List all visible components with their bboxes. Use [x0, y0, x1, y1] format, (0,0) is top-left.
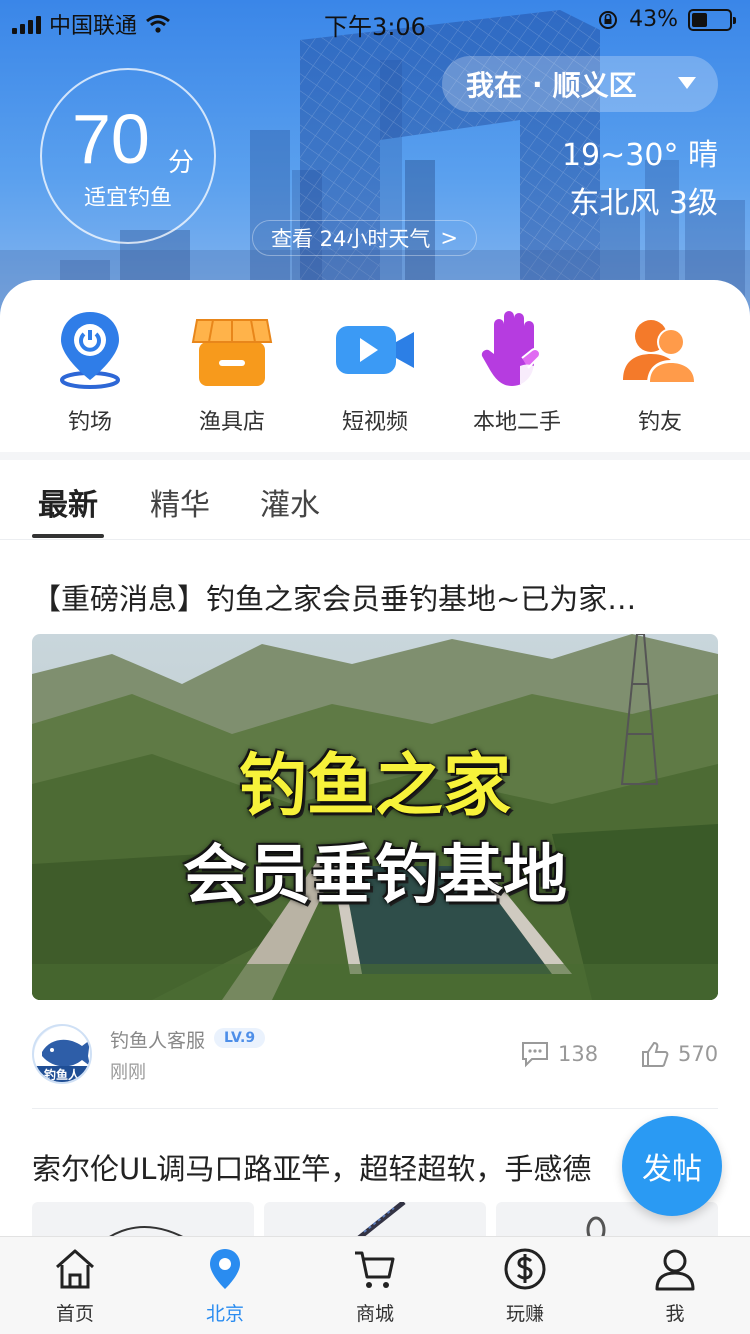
tabbar-me[interactable]: 我	[600, 1245, 750, 1326]
home-icon	[56, 1249, 94, 1289]
quick-entry-label: 钓友	[637, 410, 682, 435]
quick-entry-short-video[interactable]: 短视频	[305, 304, 445, 436]
hero-header: 中国联通 下午3:06 43% 70 分 适宜钓鱼 我在 · 顺义区 19~30…	[0, 0, 750, 320]
tabbar-beijing[interactable]: 北京	[150, 1245, 300, 1326]
feed-tabs: 最新 精华 灌水	[0, 460, 750, 540]
quick-entry-panel: 钓场 渔具店 短视频 本地二手 钓友	[0, 280, 750, 452]
section-gap	[0, 452, 750, 460]
avatar-text: 钓鱼人	[43, 1068, 80, 1082]
comment-count[interactable]: 138	[520, 1040, 598, 1068]
bottom-tab-bar: 首页 北京 商城 玩赚 我	[0, 1236, 750, 1334]
location-name: 顺义区	[552, 69, 637, 102]
author-name[interactable]: 钓鱼人客服	[110, 1026, 205, 1053]
chevron-right-icon: >	[440, 226, 459, 250]
rotation-lock-icon	[599, 10, 618, 29]
post-time: 刚刚	[110, 1062, 146, 1083]
location-prefix: 我在	[466, 69, 523, 102]
quick-entry-tackle-shop[interactable]: 渔具店	[162, 304, 302, 436]
comment-icon	[522, 1042, 548, 1068]
quick-entry-label: 短视频	[341, 410, 408, 435]
cart-icon	[355, 1251, 395, 1288]
hourly-weather-link-label: 查看 24小时天气	[271, 227, 431, 251]
shop-icon	[191, 319, 273, 386]
weather-wind: 东北风 3级	[569, 186, 718, 221]
tabbar-label: 首页	[55, 1303, 94, 1325]
chevron-down-icon	[678, 77, 696, 89]
hourly-weather-link[interactable]: 查看 24小时天气 >	[252, 220, 478, 256]
post-divider	[32, 1108, 718, 1109]
location-icon	[210, 1249, 240, 1289]
post-title[interactable]: 索尔伦UL调马口路亚竿，超轻超软，手感德	[32, 1146, 632, 1188]
user-icon	[655, 1249, 695, 1291]
status-bar: 中国联通 下午3:06 43%	[0, 0, 750, 42]
quick-entry-fishing-friends[interactable]: 钓友	[590, 304, 730, 436]
quick-entry-local-secondhand[interactable]: 本地二手	[447, 304, 587, 436]
active-tab-indicator	[32, 534, 104, 538]
tabbar-label: 北京	[205, 1303, 244, 1325]
quick-entry-fishing-spot[interactable]: 钓场	[20, 304, 160, 436]
weather-summary: 19~30° 晴 东北风 3级	[562, 132, 718, 228]
quick-entry-label: 本地二手	[472, 410, 561, 435]
create-post-button[interactable]: 发帖	[622, 1116, 722, 1216]
location-selector[interactable]: 我在 · 顺义区	[442, 56, 718, 112]
comment-count-value: 138	[558, 1042, 599, 1066]
tabbar-mall[interactable]: 商城	[300, 1245, 450, 1326]
tab-latest[interactable]: 最新	[38, 480, 98, 524]
post-cover-image[interactable]: 钓鱼之家 会员垂钓基地	[32, 634, 718, 1000]
dollar-coin-icon	[504, 1248, 546, 1290]
battery-percent: 43%	[629, 7, 678, 32]
cover-headline-line1: 钓鱼之家	[238, 747, 511, 826]
tab-chat[interactable]: 灌水	[260, 480, 320, 524]
fishing-score-value: 70	[72, 100, 150, 178]
tabbar-label: 商城	[355, 1303, 394, 1325]
tabbar-earn[interactable]: 玩赚	[450, 1245, 600, 1326]
tabbar-home[interactable]: 首页	[0, 1245, 150, 1326]
quick-entry-label: 钓场	[67, 410, 112, 435]
battery-icon	[688, 8, 736, 31]
friends-icon	[623, 320, 697, 384]
tabbar-label: 我	[665, 1303, 685, 1325]
fishing-score-unit: 分	[168, 148, 195, 178]
like-count[interactable]: 570	[640, 1040, 718, 1068]
location-pin-icon	[60, 312, 120, 389]
post-meta: 钓鱼人 钓鱼人客服 LV.9 刚刚 138 570	[32, 1022, 718, 1086]
thumbs-up-icon	[642, 1041, 669, 1067]
video-camera-icon	[336, 326, 414, 374]
tabbar-label: 玩赚	[505, 1303, 544, 1325]
location-separator: ·	[532, 67, 543, 101]
tab-featured[interactable]: 精华	[150, 480, 210, 524]
hand-icon	[481, 311, 542, 386]
post-title[interactable]: 【重磅消息】钓鱼之家会员垂钓基地~已为家…	[32, 576, 718, 618]
fishing-score-badge[interactable]: 70 分 适宜钓鱼	[40, 68, 216, 244]
quick-entry-label: 渔具店	[198, 410, 265, 435]
like-count-value: 570	[678, 1042, 719, 1066]
user-level-badge: LV.9	[214, 1028, 266, 1048]
weather-temperature: 19~30° 晴	[561, 138, 718, 173]
avatar[interactable]: 钓鱼人	[32, 1024, 92, 1084]
cover-headline-line2: 会员垂钓基地	[183, 839, 567, 913]
fishing-score-text: 适宜钓鱼	[83, 186, 172, 211]
